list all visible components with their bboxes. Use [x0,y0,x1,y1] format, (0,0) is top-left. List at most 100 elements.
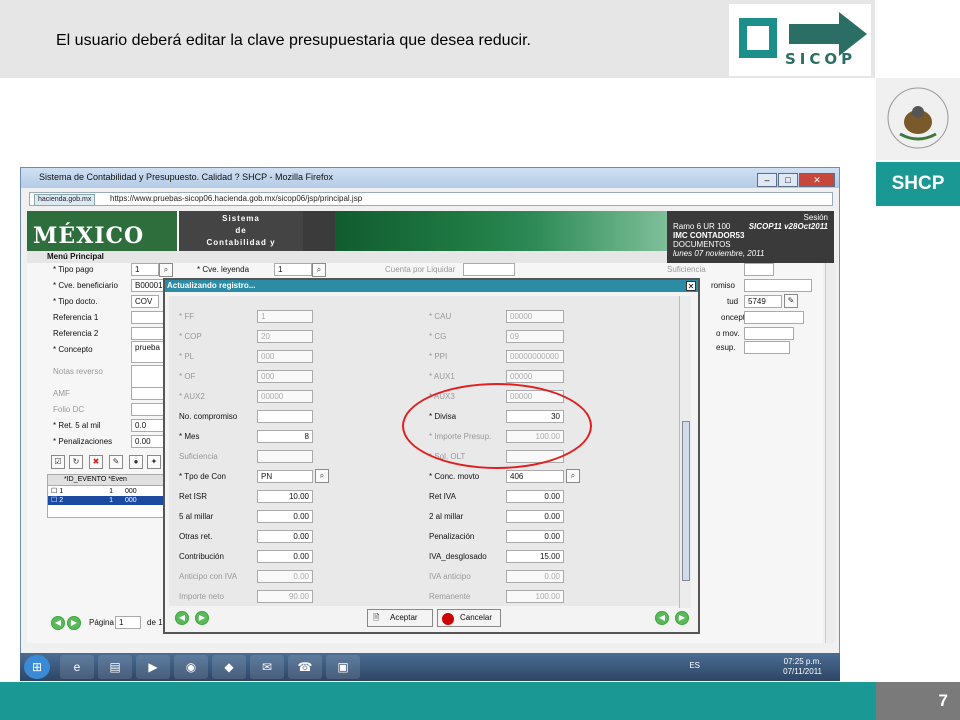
folio-dc-field[interactable] [131,403,165,416]
compromiso-label: romiso [711,281,736,290]
dialog-field-input[interactable]: 0.00 [257,510,313,523]
ie-icon[interactable]: e [60,655,94,679]
table-row[interactable]: ☐ 1 1 000 [48,487,164,496]
refresh-icon[interactable]: ↻ [69,455,83,469]
last-record-icon[interactable]: ▶ [675,611,689,625]
dialog-field-input[interactable]: 10.00 [257,490,313,503]
dialog-field-input: 000 [257,370,313,383]
amf-field[interactable] [131,387,165,400]
session-link[interactable]: Sesión [673,213,828,222]
referencia-2-field[interactable] [131,327,165,340]
dialog-field-input[interactable]: 8 [257,430,313,443]
main-menu-link[interactable]: Menú Principal [27,251,667,263]
search-icon[interactable]: ⌕ [315,469,329,483]
communicator-icon[interactable]: ☎ [288,655,322,679]
row-id: 1 [109,488,113,495]
cve-leyenda-field[interactable]: 1 [274,263,312,276]
dialog-field-input[interactable]: 0.00 [257,530,313,543]
ret-5-field[interactable]: 0.0 [131,419,165,432]
dialog-field-input[interactable]: PN [257,470,313,483]
site-identity-badge[interactable]: hacienda.gob.mx [34,194,96,206]
start-button[interactable]: ⊞ [24,655,50,679]
dialog-field-input[interactable]: 0.00 [506,530,564,543]
scroll-thumb[interactable] [682,421,690,581]
address-bar[interactable]: hacienda.gob.mx https://www.pruebas-sico… [29,192,833,206]
wrench-icon[interactable]: ✎ [784,294,798,308]
suficiencia-field[interactable] [744,263,774,276]
app-icon[interactable]: ◆ [212,655,246,679]
search-icon[interactable]: ⌕ [159,263,173,277]
checkbox-icon[interactable]: ☑ [51,455,65,469]
user-text: IMC CONTADOR53 [673,231,745,240]
close-button[interactable]: ✕ [799,173,835,187]
dialog-field-input[interactable]: 0.00 [506,510,564,523]
clock-time: 07:25 p.m. [783,657,822,666]
dialog-field-input: 20 [257,330,313,343]
page-scrollbar[interactable] [825,263,835,643]
search-icon[interactable]: ⌕ [566,469,580,483]
accept-button[interactable]: 🗎 Aceptar [367,609,433,627]
firefox-icon[interactable]: ◉ [174,655,208,679]
dialog-field-input[interactable] [257,410,313,423]
presupuesto-field[interactable] [744,341,790,354]
media-player-icon[interactable]: ▶ [136,655,170,679]
next-record-icon[interactable]: ▶ [195,611,209,625]
next-page-icon[interactable]: ▶ [67,616,81,630]
concepto-field[interactable]: prueba [131,341,165,363]
concepto-right-field[interactable] [744,311,804,324]
row-id: 1 [109,497,113,504]
url-text: https://www.pruebas-sicop06.hacienda.gob… [110,194,363,203]
col-evento[interactable]: *Even [108,476,127,483]
outlook-icon[interactable]: ✉ [250,655,284,679]
folder-icon[interactable]: ▤ [98,655,132,679]
mexico-wordmark: MÉXICO [33,223,145,249]
cve-beneficiario-field[interactable]: B00001 [131,279,167,292]
first-record-icon[interactable]: ◀ [655,611,669,625]
dialog-field-label: Otras ret. [179,532,213,541]
col-id-evento[interactable]: *ID_EVENTO [64,476,106,483]
cuenta-liquidar-field[interactable] [463,263,515,276]
solicitud-field[interactable]: 5749 [744,295,782,308]
system-clock[interactable]: 07:25 p.m. 07/11/2011 [783,657,822,677]
tipo-docto-label: * Tipo docto. [53,297,98,306]
search-icon[interactable]: ⌕ [312,263,326,277]
minimize-button[interactable]: – [757,173,777,187]
dialog-field-input: 0.00 [506,570,564,583]
penalizaciones-field[interactable]: 0.00 [131,435,165,448]
session-info: Sesión Ramo 6 UR 100 SICOP11 v28Oct2011 … [667,211,834,263]
close-icon[interactable]: ✕ [686,281,696,291]
powerpoint-icon[interactable]: ▣ [326,655,360,679]
dialog-field-input[interactable]: 0.00 [506,490,564,503]
presupuesto-label: esup. [716,343,736,352]
referencia-1-field[interactable] [131,311,165,324]
circle-icon[interactable]: ● [129,455,143,469]
compromiso-field[interactable] [744,279,812,292]
dialog-field-input[interactable]: 15.00 [506,550,564,563]
language-indicator[interactable]: ES [689,661,700,670]
dialog-field-input[interactable]: 0.00 [257,550,313,563]
dialog-field-input: 000 [257,350,313,363]
maximize-button[interactable]: □ [778,173,798,187]
date-text: lunes 07 noviembre, 2011 [673,249,765,258]
clock-date: 07/11/2011 [783,667,822,676]
tipo-pago-field[interactable]: 1 [131,263,159,276]
tool-icon[interactable]: ✦ [147,455,161,469]
prev-record-icon[interactable]: ◀ [175,611,189,625]
tipo-mov-field[interactable] [744,327,794,340]
dialog-field-input[interactable]: 406 [506,470,564,483]
dialog-field-label: * AUX1 [429,372,455,381]
row-ev: 000 [124,497,137,504]
ret-5-label: * Ret. 5 al mil [53,421,101,430]
notas-reverso-field[interactable] [131,365,165,389]
ramo-text: Ramo 6 UR 100 [673,222,731,231]
tipo-docto-field[interactable]: COV [131,295,159,308]
cancel-button[interactable]: Cancelar [437,609,501,627]
dialog-field-label: 5 al millar [179,512,214,521]
pager-input[interactable]: 1 [115,616,141,629]
dialog-scrollbar[interactable] [679,296,691,608]
delete-icon[interactable]: ✖ [89,455,103,469]
table-row[interactable]: ☐ 2 1 000 [48,496,164,505]
prev-page-icon[interactable]: ◀ [51,616,65,630]
edit-icon[interactable]: ✎ [109,455,123,469]
amf-label: AMF [53,389,70,398]
